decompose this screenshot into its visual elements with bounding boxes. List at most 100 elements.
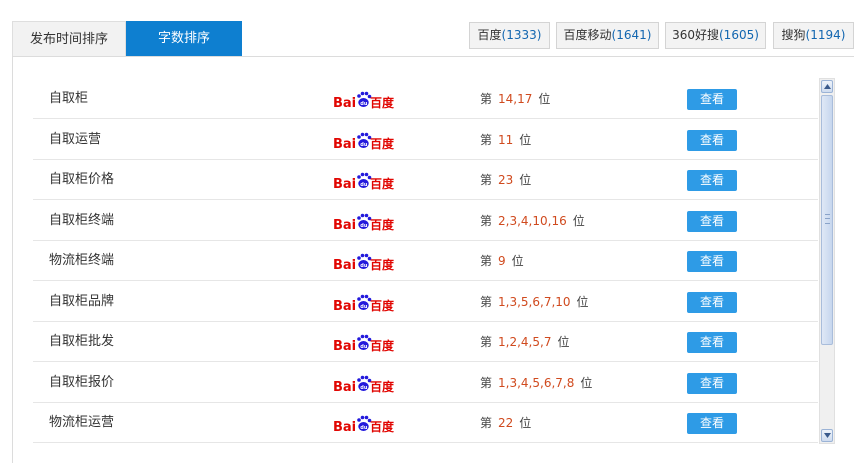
logo-text-cn: 百度: [370, 419, 395, 434]
chevron-down-icon: [824, 433, 831, 438]
rank-positions: 11: [498, 132, 514, 147]
top-bar: 发布时间排序 字数排序 百度(1333) 百度移动(1641) 360好搜(16…: [0, 0, 854, 57]
rank-prefix: 第: [480, 335, 493, 349]
rank-info: 第 23 位: [480, 160, 531, 200]
svg-text:du: du: [360, 142, 368, 148]
logo-text-latin: Bai: [333, 96, 356, 111]
rank-info: 第 1,3,5,6,7,10 位: [480, 282, 589, 322]
rank-positions: 14,17: [498, 92, 533, 106]
svg-text:du: du: [360, 263, 368, 269]
keyword-label: 自取柜价格: [49, 172, 115, 187]
logo-text-latin: Bai: [333, 299, 356, 314]
view-button[interactable]: 查看: [687, 372, 737, 394]
scroll-up-button[interactable]: [821, 80, 833, 93]
keyword-label: 自取柜终端: [49, 212, 115, 228]
chevron-up-icon: [824, 84, 831, 89]
svg-text:du: du: [360, 344, 368, 350]
rank-info: 第 14,17 位: [480, 79, 550, 119]
rank-suffix: 位: [580, 375, 593, 390]
rank-suffix: 位: [511, 254, 524, 268]
rank-suffix: 位: [519, 173, 532, 187]
rank-positions: 9: [498, 254, 506, 268]
baidu-logo-icon: Bai du 百度: [333, 375, 395, 395]
grip-icon: [825, 214, 830, 224]
logo-text-latin: Bai: [333, 177, 356, 192]
rank-prefix: 第: [480, 92, 493, 106]
rank-prefix: 第: [480, 213, 493, 228]
svg-text:du: du: [360, 425, 368, 431]
engine-tab-sogou[interactable]: 搜狗(1194): [773, 22, 854, 49]
baidu-logo-icon: Bai du 百度: [333, 294, 395, 314]
keyword-label: 自取柜报价: [49, 374, 115, 390]
svg-text:du: du: [360, 223, 368, 229]
baidu-logo-icon: Bai du 百度: [333, 132, 395, 152]
engine-tab-360[interactable]: 360好搜(1605): [665, 22, 766, 49]
rank-suffix: 位: [519, 416, 532, 430]
engine-count: (1641): [611, 28, 652, 42]
rank-suffix: 位: [576, 294, 589, 309]
rank-positions: 1,2,4,5,7: [498, 335, 552, 349]
logo-text-latin: Bai: [333, 339, 356, 354]
logo-text-cn: 百度: [370, 298, 395, 313]
logo-text-latin: Bai: [333, 258, 356, 273]
keyword-row: 物流柜运营 Bai du 百度 第 22 位 查看: [33, 403, 818, 443]
rank-positions: 23: [498, 173, 514, 187]
rank-positions: 1,3,4,5,6,7,8: [498, 375, 575, 390]
view-button[interactable]: 查看: [687, 332, 737, 353]
scroll-thumb[interactable]: [821, 95, 833, 345]
keyword-row: 物流柜终端 Bai du 百度 第9位 查看: [33, 241, 818, 281]
logo-text-cn: 百度: [370, 95, 395, 110]
rank-suffix: 位: [519, 132, 532, 147]
view-button[interactable]: 查看: [687, 129, 737, 151]
tab-sort-by-word-count[interactable]: 字数排序: [126, 21, 242, 56]
rank-info: 第 22 位: [480, 403, 531, 443]
rank-suffix: 位: [572, 213, 585, 228]
rank-positions: 2,3,4,10,16: [498, 213, 567, 228]
keyword-label: 物流柜终端: [49, 253, 115, 268]
rank-info: 第 1,3,4,5,6,7,8 位: [480, 363, 592, 403]
view-button[interactable]: 查看: [687, 210, 737, 232]
engine-name: 百度: [477, 28, 502, 42]
view-button[interactable]: 查看: [687, 291, 737, 313]
rank-info: 第9位: [480, 241, 524, 281]
keyword-row: 自取柜品牌 Bai du 百度 第 1,3,5,6,7,10 位 查看: [33, 282, 818, 322]
keyword-label: 自取运营: [49, 131, 102, 147]
view-button[interactable]: 查看: [687, 413, 737, 434]
keyword-row: 自取运营 Bai du 百度 第 11 位 查看: [33, 120, 818, 160]
vertical-scrollbar[interactable]: [819, 78, 835, 444]
baidu-logo-icon: Bai du 百度: [333, 213, 395, 233]
baidu-logo-icon: Bai du 百度: [333, 334, 395, 354]
rank-positions: 1,3,5,6,7,10: [498, 294, 571, 309]
keyword-row: 自取柜 Bai du 百度 第 14,17 位 查看: [33, 79, 818, 119]
rank-prefix: 第: [480, 173, 493, 187]
rank-suffix: 位: [557, 335, 570, 349]
view-button[interactable]: 查看: [687, 251, 737, 272]
rank-info: 第 1,2,4,5,7 位: [480, 322, 569, 362]
keyword-label: 自取柜品牌: [49, 293, 115, 309]
engine-name: 搜狗: [781, 28, 806, 42]
view-button[interactable]: 查看: [687, 170, 737, 191]
rank-prefix: 第: [480, 375, 493, 390]
svg-text:du: du: [360, 101, 368, 107]
tab-sort-by-time[interactable]: 发布时间排序: [12, 21, 126, 56]
ranking-panel: 自取柜 Bai du 百度 第 14,17 位 查看 自取运营 Bai du 百度: [12, 56, 854, 463]
view-button[interactable]: 查看: [687, 89, 737, 110]
scroll-down-button[interactable]: [821, 429, 833, 442]
rank-prefix: 第: [480, 254, 493, 268]
rank-info: 第 2,3,4,10,16 位: [480, 201, 585, 241]
engine-count: (1194): [805, 28, 846, 42]
logo-text-cn: 百度: [370, 338, 395, 353]
engine-name: 360好搜: [672, 28, 719, 42]
baidu-logo-icon: Bai du 百度: [333, 172, 395, 192]
logo-text-latin: Bai: [333, 420, 356, 435]
rank-suffix: 位: [538, 92, 551, 106]
rank-positions: 22: [498, 416, 514, 430]
engine-count: (1333): [501, 28, 542, 42]
engine-count: (1605): [719, 28, 759, 42]
baidu-logo-icon: Bai du 百度: [333, 253, 395, 273]
keyword-ranking-list: 自取柜 Bai du 百度 第 14,17 位 查看 自取运营 Bai du 百度: [13, 57, 818, 463]
keyword-label: 物流柜运营: [49, 415, 115, 430]
engine-tab-baidu-mobile[interactable]: 百度移动(1641): [556, 22, 659, 49]
engine-tab-baidu[interactable]: 百度(1333): [469, 22, 550, 49]
engine-name: 百度移动: [563, 28, 612, 42]
